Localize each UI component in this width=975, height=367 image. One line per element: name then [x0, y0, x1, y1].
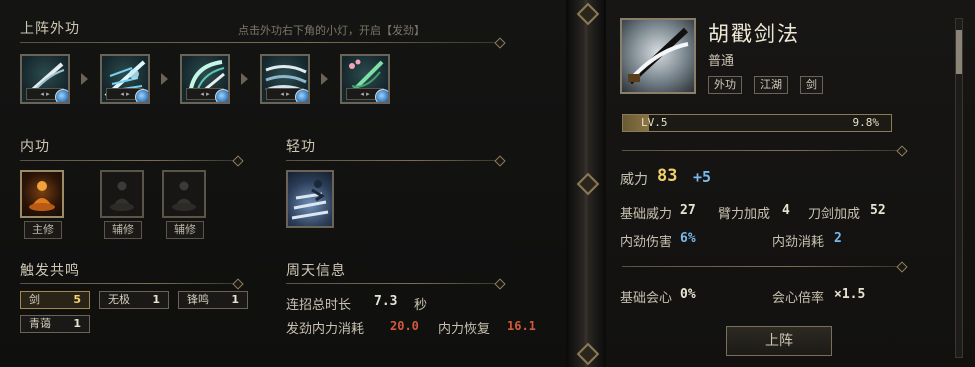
skill-tag: 外功	[708, 76, 742, 94]
level-progress-bar: LV.5 9.8%	[622, 114, 892, 132]
waigong-hint: 点击外功右下角的小灯，开启【发劲】	[238, 24, 425, 37]
fajin-lamp-toggle[interactable]	[375, 89, 388, 102]
waigong-skill-5[interactable]: ◂ ▸	[340, 54, 390, 104]
base-power-value: 27	[680, 203, 696, 218]
resonance-section-title: 触发共鸣	[20, 263, 80, 279]
blade-slash-icon	[627, 27, 689, 85]
detail-scrollbar-thumb[interactable]	[956, 30, 962, 74]
base-crit-label: 基础会心	[620, 291, 673, 306]
fajin-lamp-toggle[interactable]	[55, 89, 68, 102]
level-percent: 9.8%	[852, 116, 880, 129]
resonance-chip-sword[interactable]: 剑 5	[20, 291, 90, 309]
crit-mult-value: ×1.5	[834, 287, 866, 302]
waigong-skill-3[interactable]: ◂ ▸	[180, 54, 230, 104]
qinggong-section-title: 轻功	[286, 139, 316, 155]
fajin-lamp-toggle[interactable]	[295, 89, 308, 102]
resonance-chip-wuji[interactable]: 无极 1	[99, 291, 169, 309]
inner-damage-label: 内劲伤害	[620, 235, 673, 250]
skill-grade: 普通	[708, 54, 735, 69]
resonance-divider	[20, 283, 238, 284]
qinggong-divider	[286, 160, 500, 161]
detail-divider	[622, 266, 902, 267]
combo-duration-unit: 秒	[414, 298, 428, 313]
neigong-main-slot[interactable]	[20, 170, 64, 218]
zhoutian-divider	[286, 283, 500, 284]
base-power-label: 基础威力	[620, 207, 673, 222]
fajin-lamp-toggle[interactable]	[135, 89, 148, 102]
inner-cost-label: 内劲消耗	[772, 235, 825, 250]
waigong-section-title: 上阵外功	[20, 21, 80, 37]
neigong-slot-label: 辅修	[166, 221, 204, 239]
blade-bonus-value: 52	[870, 203, 886, 218]
arm-bonus-value: 4	[782, 203, 790, 218]
meditation-flame-icon	[29, 181, 55, 211]
chevron-right-icon	[81, 73, 88, 85]
inner-cost-value: 2	[834, 231, 842, 246]
level-label: LV.5	[641, 116, 668, 129]
neigong-divider	[20, 160, 238, 161]
meditation-icon	[172, 181, 196, 211]
fajin-cost-label: 发劲内力消耗	[286, 322, 365, 337]
power-label: 威力	[620, 172, 648, 188]
fajin-lamp-toggle[interactable]	[215, 89, 228, 102]
divider-ornament	[576, 172, 600, 196]
chevron-right-icon	[241, 73, 248, 85]
waigong-divider	[20, 42, 500, 43]
divider-ornament	[576, 2, 600, 26]
meditation-icon	[110, 181, 134, 211]
fajin-cost-value: 20.0	[390, 319, 419, 333]
crit-mult-label: 会心倍率	[772, 291, 825, 306]
running-steps-icon	[291, 180, 329, 220]
blade-bonus-label: 刀剑加成	[808, 207, 861, 222]
waigong-skill-2[interactable]: ◂ ▸	[100, 54, 150, 104]
chevron-right-icon	[321, 73, 328, 85]
chevron-right-icon	[161, 73, 168, 85]
detail-divider	[622, 150, 902, 151]
panel-divider	[566, 0, 606, 367]
mana-recover-value: 16.1	[507, 319, 536, 333]
inner-damage-value: 6%	[680, 231, 696, 246]
resonance-chip-qingai[interactable]: 青蔼 1	[20, 315, 90, 333]
skill-detail-portrait	[620, 18, 696, 94]
divider-ornament	[576, 342, 600, 366]
power-bonus: +5	[693, 168, 712, 186]
waigong-skill-4[interactable]: ◂ ▸	[260, 54, 310, 104]
skill-tag: 江湖	[754, 76, 788, 94]
neigong-sub-slot-2[interactable]	[162, 170, 206, 218]
equip-button[interactable]: 上阵	[726, 326, 832, 356]
combo-duration-value: 7.3	[374, 294, 398, 309]
neigong-section-title: 内功	[20, 139, 50, 155]
arm-bonus-label: 臂力加成	[718, 207, 771, 222]
skill-name: 胡戳剑法	[708, 22, 800, 46]
qinggong-slot[interactable]	[286, 170, 334, 228]
zhoutian-section-title: 周天信息	[286, 263, 346, 279]
combo-duration-label: 连招总时长	[286, 298, 352, 313]
power-value: 83	[657, 166, 678, 186]
resonance-chip-fengming[interactable]: 锋鸣 1	[178, 291, 248, 309]
mana-recover-label: 内力恢复	[438, 322, 491, 337]
neigong-slot-label: 主修	[24, 221, 62, 239]
base-crit-value: 0%	[680, 287, 696, 302]
neigong-sub-slot-1[interactable]	[100, 170, 144, 218]
neigong-slot-label: 辅修	[104, 221, 142, 239]
skill-tag: 剑	[800, 76, 823, 94]
waigong-skill-1[interactable]: ◂ ▸	[20, 54, 70, 104]
